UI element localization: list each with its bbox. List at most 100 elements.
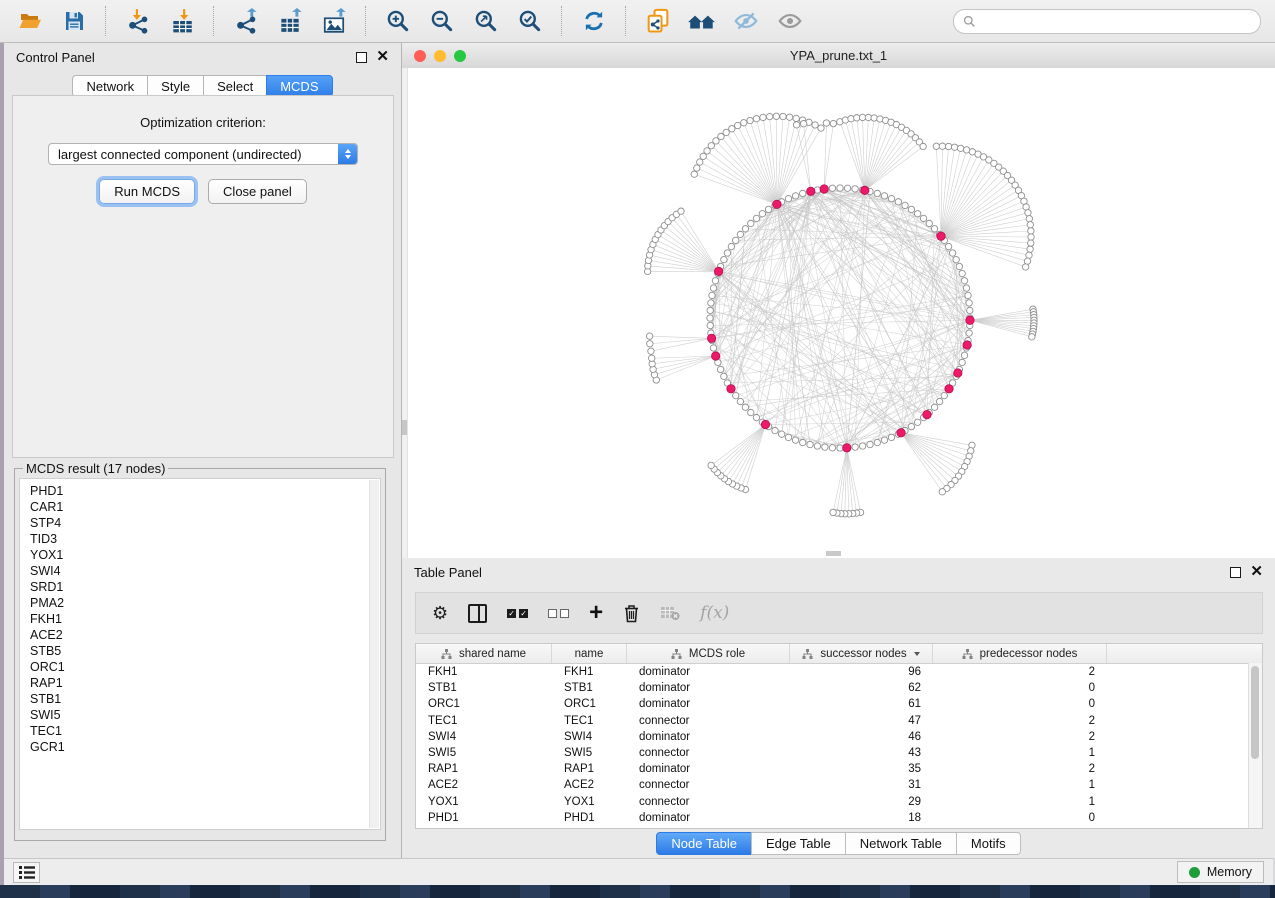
select-all-icon[interactable]: ✓✓ [507,609,528,618]
table-cell: STB1 [416,682,552,694]
memory-button[interactable]: Memory [1177,861,1264,883]
network-graph[interactable] [402,68,1275,558]
tab-mcds[interactable]: MCDS [266,75,332,97]
table-cell: dominator [627,731,790,743]
network-canvas[interactable] [402,68,1275,558]
list-item[interactable]: CAR1 [30,499,380,515]
table-row[interactable]: RAP1RAP1dominator352 [416,761,1262,777]
open-folder-icon[interactable] [10,3,50,39]
home-icon[interactable] [682,3,722,39]
list-item[interactable]: STP4 [30,515,380,531]
table-cell: TEC1 [416,715,552,727]
export-image-icon[interactable] [314,3,354,39]
status-bar: Memory [4,858,1273,885]
save-icon[interactable] [54,3,94,39]
table-row[interactable]: STB1STB1dominator620 [416,680,1262,696]
zoom-selected-icon[interactable] [510,3,550,39]
delete-column-icon[interactable] [623,604,640,623]
column-header-MCDS-role[interactable]: MCDS role [627,644,790,663]
import-table-icon[interactable] [162,3,202,39]
run-mcds-button[interactable]: Run MCDS [99,179,195,204]
list-item[interactable]: FKH1 [30,611,380,627]
hide-graphics-details-icon[interactable] [726,3,766,39]
table-row[interactable]: FKH1FKH1dominator962 [416,664,1262,680]
table-settings-gear-icon[interactable]: ⚙ [432,603,448,624]
export-network-icon[interactable] [226,3,266,39]
table-row[interactable]: YOX1YOX1connector291 [416,794,1262,810]
column-visibility-icon[interactable] [468,604,487,623]
table-row[interactable]: PHD1PHD1dominator180 [416,810,1262,826]
network-window-titlebar[interactable]: YPA_prune.txt_1 [402,43,1275,69]
table-cell: 0 [933,698,1107,710]
float-table-panel-icon[interactable] [1230,567,1241,578]
search-input[interactable] [982,13,1251,29]
table-scrollbar[interactable] [1248,663,1262,828]
table-row[interactable]: TEC1TEC1connector472 [416,713,1262,729]
list-item[interactable]: TEC1 [30,723,380,739]
toolbar-separator [105,6,107,36]
tab-motifs[interactable]: Motifs [956,832,1021,855]
list-item[interactable]: PHD1 [30,483,380,499]
table-row[interactable]: SWI4SWI4dominator462 [416,729,1262,745]
canvas-vertical-scrollbar[interactable] [402,68,408,558]
tab-network[interactable]: Network [72,75,148,97]
tab-network-table[interactable]: Network Table [845,832,957,855]
tab-edge-table[interactable]: Edge Table [751,832,846,855]
task-history-icon[interactable] [13,862,40,883]
mcds-result-list[interactable]: PHD1CAR1STP4TID3YOX1SWI4SRD1PMA2FKH1ACE2… [19,478,381,830]
column-header-name[interactable]: name [552,644,627,663]
column-header-shared-name[interactable]: shared name [416,644,552,663]
table-cell: SWI5 [416,747,552,759]
export-table-icon[interactable] [270,3,310,39]
zoom-in-icon[interactable] [378,3,418,39]
list-item[interactable]: GCR1 [30,739,380,755]
tab-node-table[interactable]: Node Table [656,832,752,855]
tab-select[interactable]: Select [203,75,267,97]
list-item[interactable]: ORC1 [30,659,380,675]
list-item[interactable]: SRD1 [30,579,380,595]
table-cell: FKH1 [552,666,627,678]
memory-status-icon [1189,867,1200,878]
list-item[interactable]: ACE2 [30,627,380,643]
mcds-list-scrollbar[interactable] [369,480,379,828]
table-panel-header: Table Panel ✕ [402,558,1275,586]
list-item[interactable]: STB5 [30,643,380,659]
mcds-result-title: MCDS result (17 nodes) [23,461,168,476]
deselect-all-icon[interactable] [548,609,569,618]
search-box[interactable] [953,9,1261,34]
table-cell: 2 [933,731,1107,743]
table-cell: SWI5 [552,747,627,759]
node-table[interactable]: shared namenameMCDS rolesuccessor nodesp… [415,643,1263,829]
list-item[interactable]: PMA2 [30,595,380,611]
close-panel-icon[interactable]: ✕ [376,52,389,62]
list-item[interactable]: YOX1 [30,547,380,563]
table-row[interactable]: SWI5SWI5connector431 [416,745,1262,761]
zoom-fit-icon[interactable] [466,3,506,39]
close-panel-button[interactable]: Close panel [208,179,307,204]
show-graphics-details-icon[interactable] [770,3,810,39]
duplicate-network-icon[interactable] [638,3,678,39]
optimization-criterion-dropdown[interactable]: largest connected component (undirected) [48,143,358,165]
list-item[interactable]: STB1 [30,691,380,707]
list-item[interactable]: SWI5 [30,707,380,723]
list-item[interactable]: RAP1 [30,675,380,691]
attribute-type-icon [441,649,452,659]
table-row[interactable]: ORC1ORC1dominator610 [416,696,1262,712]
refresh-icon[interactable] [574,3,614,39]
float-panel-icon[interactable] [356,52,367,63]
tab-style[interactable]: Style [147,75,204,97]
table-cell: 1 [933,796,1107,808]
close-table-panel-icon[interactable]: ✕ [1250,567,1263,577]
add-column-icon[interactable]: + [589,604,603,622]
column-header-predecessor-nodes[interactable]: predecessor nodes [933,644,1107,663]
canvas-horizontal-scrollbar-thumb[interactable] [826,551,841,556]
import-network-icon[interactable] [118,3,158,39]
column-header-successor-nodes[interactable]: successor nodes [790,644,933,663]
node-table-header[interactable]: shared namenameMCDS rolesuccessor nodesp… [416,644,1262,664]
table-cell: dominator [627,682,790,694]
list-item[interactable]: TID3 [30,531,380,547]
zoom-out-icon[interactable] [422,3,462,39]
control-panel-title: Control Panel [16,50,95,65]
list-item[interactable]: SWI4 [30,563,380,579]
table-row[interactable]: ACE2ACE2connector311 [416,777,1262,793]
